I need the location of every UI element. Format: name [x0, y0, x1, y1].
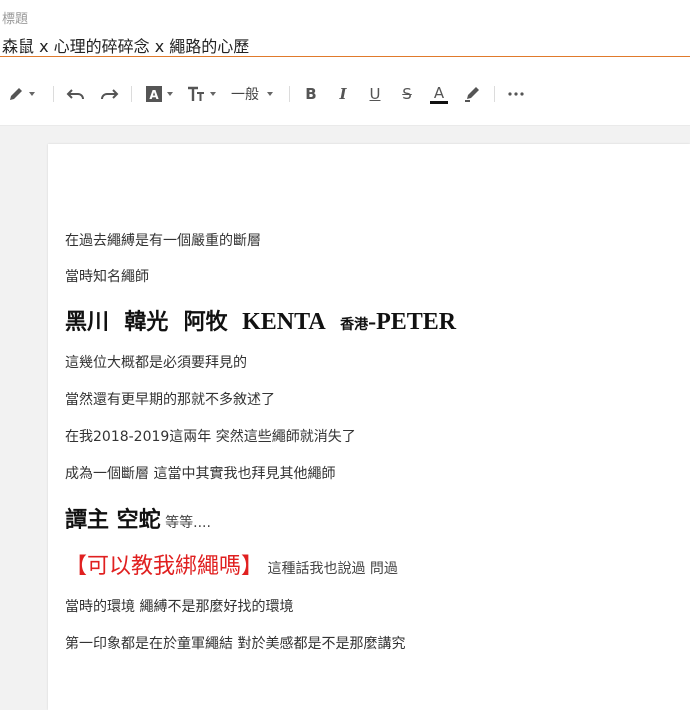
- paragraph-4[interactable]: 這幾位大概都是必須要拜見的: [65, 352, 247, 372]
- bold-icon: B: [305, 85, 317, 103]
- chevron-down-icon: [267, 92, 273, 96]
- svg-text:A: A: [149, 88, 159, 102]
- bold-button[interactable]: B: [302, 82, 320, 106]
- strikethrough-icon: S: [402, 85, 412, 103]
- italic-icon: I: [339, 85, 347, 103]
- italic-button[interactable]: I: [334, 82, 352, 106]
- highlight-icon: [463, 85, 481, 103]
- kenta-text: KENTA: [242, 309, 326, 335]
- paragraph-9-rest: 這種話我也說過 問過: [267, 561, 398, 577]
- hk-text: 香港: [340, 317, 369, 333]
- paragraph-11[interactable]: 第一印象都是在於童軍繩結 對於美感都是不是那麼講究: [65, 633, 405, 653]
- title-area: 標題: [0, 0, 690, 60]
- title-input[interactable]: [0, 33, 690, 57]
- font-color-button[interactable]: A: [429, 82, 449, 106]
- chevron-down-icon: [29, 92, 35, 96]
- text-size-button[interactable]: [185, 82, 217, 106]
- strikethrough-button[interactable]: S: [398, 82, 416, 106]
- paragraph-6[interactable]: 在我2018-2019這兩年 突然這些繩師就消失了: [65, 426, 356, 446]
- text-style-button[interactable]: A: [144, 82, 174, 106]
- paragraph-3[interactable]: 黑川 韓光 阿牧 KENTA 香港-PETER: [65, 304, 456, 336]
- paragraph-1[interactable]: 在過去繩縛是有一個嚴重的斷層: [65, 230, 261, 250]
- pen-tool-button[interactable]: [4, 82, 38, 106]
- font-color-icon: A: [433, 83, 445, 102]
- chevron-down-icon: [210, 92, 216, 96]
- paragraph-8[interactable]: 譚主 空蛇 等等....: [65, 502, 211, 534]
- redo-button[interactable]: [97, 82, 121, 106]
- paragraph-2[interactable]: 當時知名繩師: [65, 266, 149, 286]
- editor-toolbar: A 一般 B I U S A: [0, 60, 690, 126]
- redo-icon: [99, 86, 119, 102]
- paragraph-style-label: 一般: [231, 87, 259, 103]
- more-button[interactable]: [506, 82, 526, 106]
- more-icon: [508, 91, 524, 97]
- paragraph-9[interactable]: 【可以教我綁繩嗎】 這種話我也說過 問過: [65, 548, 398, 580]
- toolbar-divider: [131, 86, 132, 102]
- etc-text: 等等....: [165, 515, 211, 531]
- paragraph-style-select[interactable]: 一般: [228, 82, 276, 106]
- undo-icon: [66, 86, 86, 102]
- toolbar-divider: [53, 86, 54, 102]
- peter-text: -PETER: [368, 309, 457, 335]
- paragraph-5[interactable]: 當然還有更早期的那就不多敘述了: [65, 389, 275, 409]
- paragraph-10[interactable]: 當時的環境 繩縛不是那麼好找的環境: [65, 596, 293, 616]
- font-color-underline: [430, 100, 448, 104]
- underline-icon: U: [369, 85, 381, 103]
- names-text: 黑川 韓光 阿牧: [65, 310, 228, 335]
- paragraph-7[interactable]: 成為一個斷層 這當中其實我也拜見其他繩師: [65, 463, 335, 483]
- font-color-box-icon: A: [145, 85, 163, 103]
- toolbar-divider: [494, 86, 495, 102]
- highlight-button[interactable]: [462, 82, 482, 106]
- names-text-2: 譚主 空蛇: [65, 508, 161, 533]
- toolbar-divider: [289, 86, 290, 102]
- underline-button[interactable]: U: [366, 82, 384, 106]
- title-label: 標題: [2, 12, 29, 27]
- undo-button[interactable]: [64, 82, 88, 106]
- text-size-icon: [186, 85, 206, 103]
- chevron-down-icon: [167, 92, 173, 96]
- red-highlight-text: 【可以教我綁繩嗎】: [65, 554, 264, 579]
- pen-icon: [7, 85, 25, 103]
